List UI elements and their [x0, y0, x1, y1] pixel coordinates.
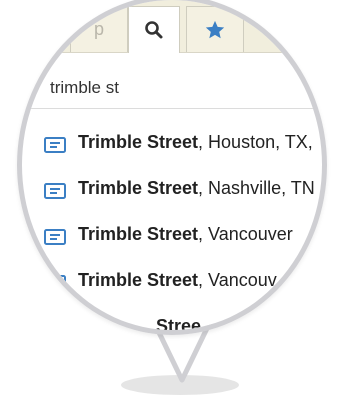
magnifier-ring — [17, 0, 327, 335]
